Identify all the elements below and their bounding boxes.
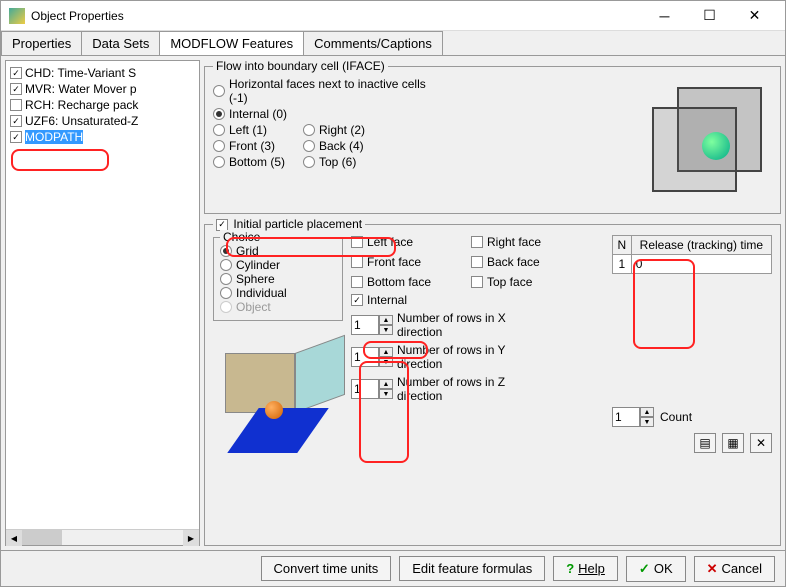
insert-row-button[interactable]: ▤	[694, 433, 716, 453]
titlebar: Object Properties ─ ☐ ✕	[1, 1, 785, 31]
cell-time[interactable]: 0	[631, 255, 771, 274]
choice-grid[interactable]: Grid	[220, 244, 336, 258]
spin-up-icon[interactable]: ▲	[379, 347, 393, 357]
col-n: N	[613, 236, 632, 255]
tree-item-chd[interactable]: ✓CHD: Time-Variant S	[10, 65, 195, 81]
choice-individual[interactable]: Individual	[220, 286, 336, 300]
tab-data-sets[interactable]: Data Sets	[81, 31, 160, 55]
cell-n[interactable]: 1	[613, 255, 632, 274]
internal-check[interactable]: ✓Internal	[351, 293, 571, 307]
rows-z-spinner[interactable]: ▲▼	[351, 379, 393, 399]
rows-x-label: Number of rows in X direction	[397, 311, 537, 339]
spin-down-icon[interactable]: ▼	[379, 357, 393, 367]
rows-x-spinner[interactable]: ▲▼	[351, 315, 393, 335]
rows-y-label: Number of rows in Y direction	[397, 343, 537, 371]
choice-legend: Choice	[220, 230, 263, 244]
convert-time-units-button[interactable]: Convert time units	[261, 556, 392, 581]
help-button[interactable]: ?Help	[553, 556, 618, 581]
iface-radio-front[interactable]: Front (3)	[213, 139, 293, 153]
face-top-check[interactable]: Top face	[471, 275, 571, 289]
scroll-left-icon[interactable]: ◀	[6, 530, 22, 546]
choice-cylinder[interactable]: Cylinder	[220, 258, 336, 272]
spin-up-icon[interactable]: ▲	[640, 407, 654, 417]
count-label: Count	[660, 410, 692, 424]
spin-down-icon[interactable]: ▼	[640, 417, 654, 427]
iface-radio-top[interactable]: Top (6)	[303, 155, 383, 169]
feature-tree[interactable]: ✓CHD: Time-Variant S ✓MVR: Water Mover p…	[6, 61, 199, 529]
iface-radio-left[interactable]: Left (1)	[213, 123, 293, 137]
ipp-preview	[213, 333, 343, 453]
scroll-right-icon[interactable]: ▶	[183, 530, 199, 546]
tree-item-uzf6[interactable]: ✓UZF6: Unsaturated-Z	[10, 113, 195, 129]
ipp-groupbox: ✓ Initial particle placement Choice Grid…	[204, 224, 781, 546]
face-left-check[interactable]: Left face	[351, 235, 471, 249]
tree-hscrollbar[interactable]: ◀ ▶	[6, 529, 199, 545]
sphere2-icon	[265, 401, 283, 419]
iface-radio-back[interactable]: Back (4)	[303, 139, 383, 153]
add-row-button[interactable]: ▦	[722, 433, 744, 453]
count-spinner[interactable]: ▲▼	[612, 407, 654, 427]
iface-preview	[642, 77, 772, 207]
cancel-button[interactable]: ✕Cancel	[694, 556, 775, 582]
tree-item-rch[interactable]: RCH: Recharge pack	[10, 97, 195, 113]
iface-radio-horizontal[interactable]: Horizontal faces next to inactive cells …	[213, 77, 429, 105]
scroll-thumb[interactable]	[22, 530, 62, 545]
help-icon: ?	[566, 561, 574, 576]
iface-groupbox: Flow into boundary cell (IFACE) Horizont…	[204, 66, 781, 214]
maximize-button[interactable]: ☐	[687, 2, 732, 30]
spin-up-icon[interactable]: ▲	[379, 315, 393, 325]
ipp-legend: ✓ Initial particle placement	[213, 217, 365, 231]
edit-feature-formulas-button[interactable]: Edit feature formulas	[399, 556, 545, 581]
x-icon: ✕	[707, 561, 718, 577]
release-time-table[interactable]: NRelease (tracking) time 10	[612, 235, 772, 274]
delete-row-button[interactable]: ✕	[750, 433, 772, 453]
choice-sphere[interactable]: Sphere	[220, 272, 336, 286]
sphere-icon	[702, 132, 730, 160]
footer: Convert time units Edit feature formulas…	[1, 550, 785, 586]
tab-modflow-features[interactable]: MODFLOW Features	[159, 31, 304, 55]
choice-object: Object	[220, 300, 336, 314]
tree-item-modpath[interactable]: ✓MODPATH	[10, 129, 195, 145]
iface-legend: Flow into boundary cell (IFACE)	[213, 59, 388, 73]
spin-down-icon[interactable]: ▼	[379, 325, 393, 335]
choice-groupbox: Choice Grid Cylinder Sphere Individual O…	[213, 237, 343, 321]
face-bottom-check[interactable]: Bottom face	[351, 275, 471, 289]
spin-up-icon[interactable]: ▲	[379, 379, 393, 389]
face-right-check[interactable]: Right face	[471, 235, 571, 249]
iface-radio-bottom[interactable]: Bottom (5)	[213, 155, 293, 169]
rows-z-label: Number of rows in Z direction	[397, 375, 537, 403]
app-icon	[9, 8, 25, 24]
spin-down-icon[interactable]: ▼	[379, 389, 393, 399]
col-release-time: Release (tracking) time	[631, 236, 771, 255]
face-back-check[interactable]: Back face	[471, 255, 571, 269]
face-front-check[interactable]: Front face	[351, 255, 471, 269]
close-button[interactable]: ✕	[732, 2, 777, 30]
tree-item-mvr[interactable]: ✓MVR: Water Mover p	[10, 81, 195, 97]
minimize-button[interactable]: ─	[642, 2, 687, 30]
iface-radio-right[interactable]: Right (2)	[303, 123, 383, 137]
tab-comments-captions[interactable]: Comments/Captions	[303, 31, 443, 55]
window-title: Object Properties	[31, 9, 642, 23]
feature-tree-pane: ✓CHD: Time-Variant S ✓MVR: Water Mover p…	[5, 60, 200, 546]
check-icon: ✓	[639, 561, 650, 577]
rows-y-spinner[interactable]: ▲▼	[351, 347, 393, 367]
main-tabs: Properties Data Sets MODFLOW Features Co…	[1, 31, 785, 56]
iface-radio-internal[interactable]: Internal (0)	[213, 107, 429, 121]
ok-button[interactable]: ✓OK	[626, 556, 686, 582]
tab-properties[interactable]: Properties	[1, 31, 82, 55]
